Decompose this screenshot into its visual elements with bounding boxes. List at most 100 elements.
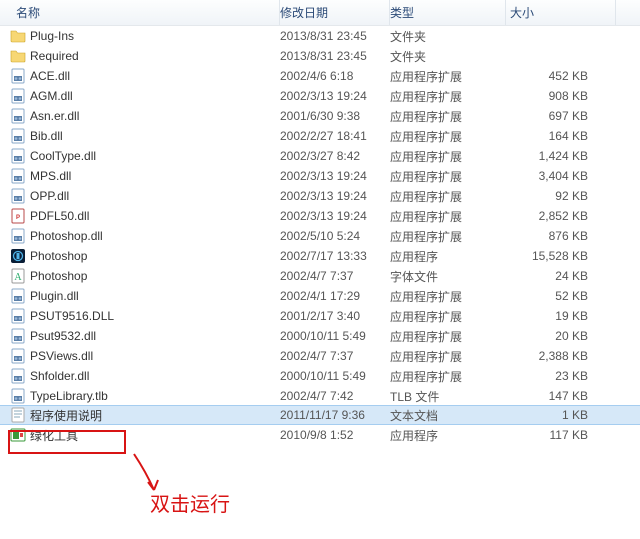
file-size-cell: 24 KB [506,269,616,283]
file-type-cell: 应用程序扩展 [390,288,506,305]
file-row[interactable]: OPP.dll2002/3/13 19:24应用程序扩展92 KB [0,186,640,206]
file-name-label: Required [30,49,79,63]
file-name-label: Photoshop [30,249,87,263]
file-date-cell: 2002/4/6 6:18 [280,69,390,83]
file-row[interactable]: PPDFL50.dll2002/3/13 19:24应用程序扩展2,852 KB [0,206,640,226]
file-name-cell: Photoshop [6,248,280,264]
file-type-cell: 文本文档 [390,407,506,424]
file-size-cell: 92 KB [506,189,616,203]
file-name-cell: AGM.dll [6,88,280,104]
file-type-cell: 应用程序扩展 [390,368,506,385]
file-name-cell: CoolType.dll [6,148,280,164]
file-row[interactable]: PSViews.dll2002/4/7 7:37应用程序扩展2,388 KB [0,346,640,366]
dll-icon [10,228,26,244]
file-name-label: Psut9532.dll [30,329,96,343]
dll-icon [10,88,26,104]
file-row[interactable]: 绿化工具2010/9/8 1:52应用程序117 KB [0,425,640,445]
file-size-cell: 908 KB [506,89,616,103]
file-type-cell: 应用程序扩展 [390,348,506,365]
file-date-cell: 2002/4/7 7:37 [280,269,390,283]
file-name-label: Asn.er.dll [30,109,79,123]
file-name-label: Photoshop.dll [30,229,103,243]
file-size-cell: 19 KB [506,309,616,323]
file-name-label: 程序使用说明 [30,407,102,424]
file-row[interactable]: Shfolder.dll2000/10/11 5:49应用程序扩展23 KB [0,366,640,386]
file-size-cell: 1 KB [506,408,616,422]
column-header-size[interactable]: 大小 [506,0,616,25]
file-size-cell: 117 KB [506,428,616,442]
file-name-cell: PPDFL50.dll [6,208,280,224]
file-row[interactable]: Asn.er.dll2001/6/30 9:38应用程序扩展697 KB [0,106,640,126]
file-name-cell: OPP.dll [6,188,280,204]
file-row[interactable]: Photoshop2002/7/17 13:33应用程序15,528 KB [0,246,640,266]
file-row[interactable]: 程序使用说明 2011/11/17 9:36文本文档1 KB [0,405,640,425]
file-type-cell: TLB 文件 [390,388,506,405]
file-row[interactable]: APhotoshop2002/4/7 7:37字体文件24 KB [0,266,640,286]
file-row[interactable]: CoolType.dll 2002/3/27 8:42应用程序扩展1,424 KB [0,146,640,166]
column-header-date[interactable]: 修改日期 [280,0,390,25]
file-date-cell: 2002/3/13 19:24 [280,209,390,223]
dll-icon [10,348,26,364]
dll-icon [10,368,26,384]
file-name-label: PDFL50.dll [30,209,89,223]
file-size-cell: 3,404 KB [506,169,616,183]
file-row[interactable]: ACE.dll 2002/4/6 6:18应用程序扩展452 KB [0,66,640,86]
file-date-cell: 2002/5/10 5:24 [280,229,390,243]
folder-icon [10,48,26,64]
file-size-cell: 697 KB [506,109,616,123]
dll-icon [10,148,26,164]
file-row[interactable]: PSUT9516.DLL2001/2/17 3:40应用程序扩展19 KB [0,306,640,326]
file-name-label: OPP.dll [30,189,69,203]
file-date-cell: 2010/9/8 1:52 [280,428,390,442]
file-name-label: ACE.dll [30,69,70,83]
file-date-cell: 2001/2/17 3:40 [280,309,390,323]
dll-icon [10,188,26,204]
file-name-cell: Photoshop.dll [6,228,280,244]
file-type-cell: 应用程序扩展 [390,228,506,245]
dll-icon [10,328,26,344]
file-size-cell: 15,528 KB [506,249,616,263]
file-name-cell: ACE.dll [6,68,280,84]
dll-icon [10,388,26,404]
file-row[interactable]: Bib.dll2002/2/27 18:41应用程序扩展164 KB [0,126,640,146]
file-name-cell: APhotoshop [6,268,280,284]
file-type-cell: 应用程序扩展 [390,208,506,225]
file-name-label: Bib.dll [30,129,63,143]
file-row[interactable]: MPS.dll2002/3/13 19:24应用程序扩展3,404 KB [0,166,640,186]
file-name-cell: Plugin.dll [6,288,280,304]
column-header-name[interactable]: 名称 [6,0,280,25]
file-name-label: TypeLibrary.tlb [30,389,108,403]
file-type-cell: 应用程序扩展 [390,128,506,145]
file-date-cell: 2013/8/31 23:45 [280,29,390,43]
file-row[interactable]: Required2013/8/31 23:45文件夹 [0,46,640,66]
dll-icon [10,128,26,144]
file-row[interactable]: AGM.dll2002/3/13 19:24应用程序扩展908 KB [0,86,640,106]
file-name-label: CoolType.dll [30,149,96,163]
file-size-cell: 2,852 KB [506,209,616,223]
ps-icon [10,248,26,264]
file-name-cell: Shfolder.dll [6,368,280,384]
file-name-label: AGM.dll [30,89,73,103]
file-name-cell: Asn.er.dll [6,108,280,124]
file-size-cell: 452 KB [506,69,616,83]
file-name-label: Plug-Ins [30,29,74,43]
file-date-cell: 2002/4/1 17:29 [280,289,390,303]
file-row[interactable]: Plugin.dll2002/4/1 17:29应用程序扩展52 KB [0,286,640,306]
file-row[interactable]: Photoshop.dll2002/5/10 5:24应用程序扩展876 KB [0,226,640,246]
file-type-cell: 应用程序扩展 [390,328,506,345]
file-type-cell: 应用程序扩展 [390,148,506,165]
file-type-cell: 字体文件 [390,268,506,285]
dll-icon [10,288,26,304]
file-size-cell: 147 KB [506,389,616,403]
file-name-cell: TypeLibrary.tlb [6,388,280,404]
file-row[interactable]: Psut9532.dll2000/10/11 5:49应用程序扩展20 KB [0,326,640,346]
file-size-cell: 1,424 KB [506,149,616,163]
file-row[interactable]: TypeLibrary.tlb2002/4/7 7:42TLB 文件147 KB [0,386,640,406]
file-date-cell: 2011/11/17 9:36 [280,408,390,422]
file-name-cell: Bib.dll [6,128,280,144]
file-date-cell: 2002/3/27 8:42 [280,149,390,163]
column-header-type[interactable]: 类型 [390,0,506,25]
file-type-cell: 应用程序扩展 [390,68,506,85]
file-name-label: Shfolder.dll [30,369,89,383]
file-row[interactable]: Plug-Ins2013/8/31 23:45文件夹 [0,26,640,46]
